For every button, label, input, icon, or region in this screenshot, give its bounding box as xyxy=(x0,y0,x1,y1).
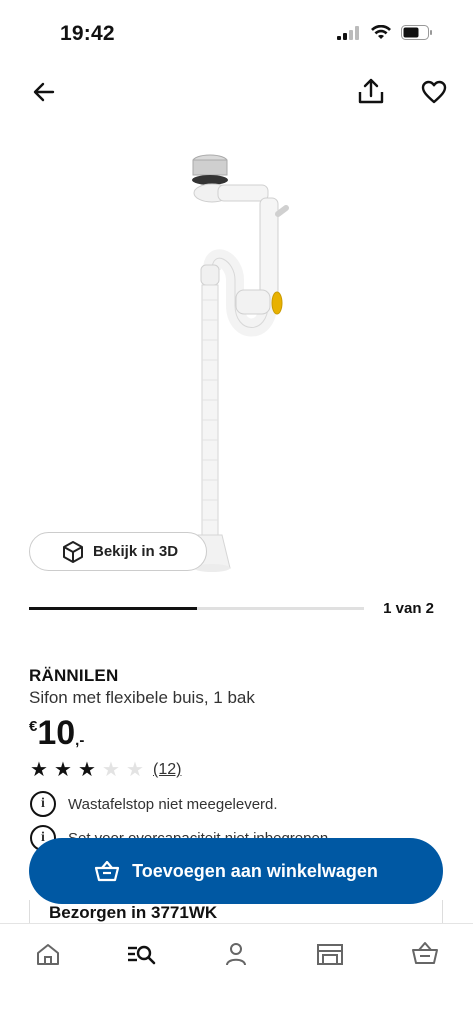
info-icon: i xyxy=(30,791,56,817)
bottom-nav xyxy=(0,923,473,1024)
image-carousel-indicator: 1 van 2 xyxy=(29,598,434,620)
price-decimal: ,- xyxy=(75,732,85,749)
product-price: € 10 ,- xyxy=(29,714,84,752)
info-text: Wastafelstop niet meegeleverd. xyxy=(68,795,278,813)
arrow-left-icon[interactable] xyxy=(30,78,58,106)
heart-icon[interactable] xyxy=(420,78,448,106)
price-integer: 10 xyxy=(37,714,76,752)
view-3d-button[interactable]: Bekijk in 3D xyxy=(29,532,207,571)
info-row-sink-stopper: i Wastafelstop niet meegeleverd. xyxy=(30,791,278,817)
basket-icon[interactable] xyxy=(410,939,440,969)
product-name: RÄNNILEN xyxy=(29,666,119,685)
basket-icon xyxy=(95,860,120,882)
product-description: Sifon met flexibele buis, 1 bak xyxy=(29,688,255,707)
star-icon: ★ xyxy=(102,759,120,781)
add-to-cart-button[interactable]: Toevoegen aan winkelwagen xyxy=(29,838,443,904)
wifi-icon xyxy=(371,25,391,39)
carousel-progress xyxy=(29,607,197,610)
star-icon: ★ xyxy=(54,759,72,781)
status-time: 19:42 xyxy=(60,22,115,45)
battery-icon xyxy=(401,25,432,40)
review-count-link[interactable]: (12) xyxy=(153,761,181,779)
share-icon[interactable] xyxy=(356,76,386,106)
add-to-cart-label: Toevoegen aan winkelwagen xyxy=(132,860,378,881)
product-image[interactable] xyxy=(140,140,340,580)
star-icon: ★ xyxy=(78,759,96,781)
star-icon: ★ xyxy=(30,759,48,781)
profile-icon[interactable] xyxy=(221,939,251,969)
status-icons xyxy=(337,25,433,40)
status-bar: 19:42 xyxy=(0,0,473,70)
store-icon[interactable] xyxy=(315,939,345,969)
signal-icon xyxy=(337,25,359,40)
delivery-text: Bezorgen in 3771WK xyxy=(49,903,218,922)
star-icon: ★ xyxy=(126,759,144,781)
price-currency: € xyxy=(29,718,38,735)
nav-bar xyxy=(0,70,473,114)
cube-icon xyxy=(63,540,83,563)
carousel-track xyxy=(29,607,364,610)
home-icon[interactable] xyxy=(33,939,63,969)
search-icon[interactable] xyxy=(126,939,156,969)
carousel-counter: 1 van 2 xyxy=(383,600,434,617)
product-rating[interactable]: ★ ★ ★ ★ ★ (12) xyxy=(29,760,181,780)
view-3d-label: Bekijk in 3D xyxy=(93,543,179,560)
